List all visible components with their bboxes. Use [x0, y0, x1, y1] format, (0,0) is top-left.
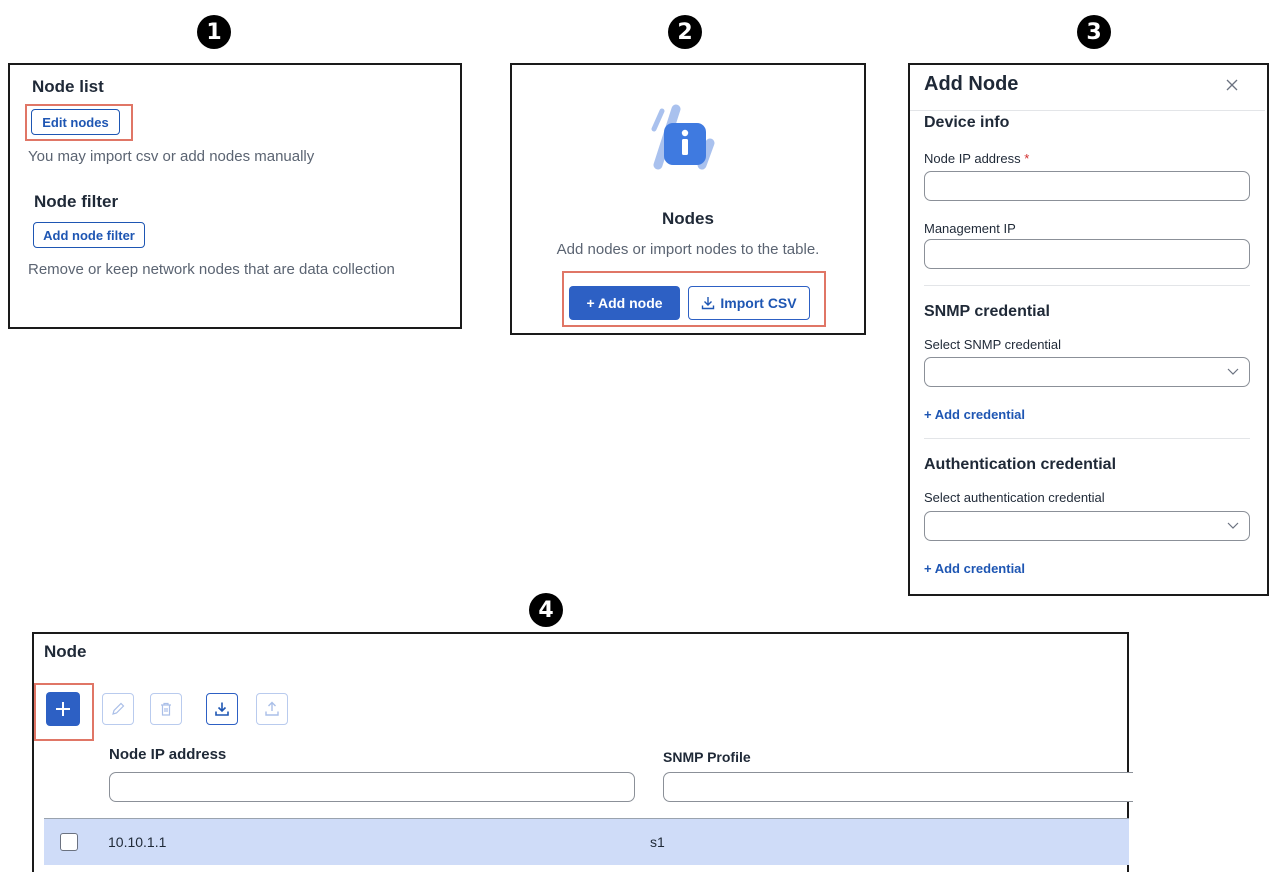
node-list-title: Node list: [32, 77, 104, 96]
edit-node-button[interactable]: [102, 693, 134, 725]
add-snmp-credential-link[interactable]: + Add credential: [924, 407, 1025, 422]
info-icon: [651, 104, 715, 170]
upload-button[interactable]: [256, 693, 288, 725]
node-table-title: Node: [44, 642, 87, 661]
node-ip-input[interactable]: [924, 171, 1250, 201]
divider: [924, 438, 1250, 439]
import-hint-text: You may import csv or add nodes manually: [28, 148, 315, 165]
download-icon: [215, 702, 229, 716]
step-2-badge: 2: [668, 15, 702, 49]
auth-select-label: Select authentication credential: [924, 490, 1105, 505]
column-header-node-ip[interactable]: Node IP address: [109, 746, 226, 763]
device-info-title: Device info: [924, 114, 1010, 131]
table-row[interactable]: 10.10.1.1 s1: [44, 818, 1129, 865]
step-1-badge: 1: [197, 15, 231, 49]
column-header-snmp-profile[interactable]: SNMP Profile: [663, 749, 751, 765]
filter-hint-text: Remove or keep network nodes that are da…: [28, 261, 395, 278]
node-settings-panel: Node list Edit nodes You may import csv …: [8, 63, 462, 329]
upload-icon: [265, 701, 279, 716]
add-node-filter-button[interactable]: Add node filter: [33, 222, 145, 248]
snmp-credential-select[interactable]: [924, 357, 1250, 387]
nodes-empty-state-panel: Nodes Add nodes or import nodes to the t…: [510, 63, 866, 335]
node-filter-title: Node filter: [34, 192, 119, 211]
divider: [924, 285, 1250, 286]
delete-node-button[interactable]: [150, 693, 182, 725]
add-node-button[interactable]: + Add node: [569, 286, 680, 320]
step-3-badge: 3: [1077, 15, 1111, 49]
step-4-badge: 4: [529, 593, 563, 627]
download-icon: [702, 297, 715, 310]
chevron-down-icon: [1227, 522, 1239, 529]
row-node-ip: 10.10.1.1: [108, 834, 167, 850]
close-icon[interactable]: [1226, 79, 1238, 91]
nodes-description: Add nodes or import nodes to the table.: [556, 241, 820, 258]
trash-icon: [161, 702, 171, 716]
divider: [910, 110, 1265, 111]
required-marker: *: [1024, 151, 1030, 166]
drawer-title: Add Node: [924, 73, 1019, 95]
chevron-down-icon: [1227, 368, 1239, 375]
row-checkbox[interactable]: [60, 833, 78, 851]
row-snmp-profile: s1: [650, 834, 665, 850]
pencil-icon: [112, 702, 125, 715]
auth-credential-select[interactable]: [924, 511, 1250, 541]
plus-icon: [56, 702, 70, 716]
nodes-title: Nodes: [662, 209, 714, 228]
download-button[interactable]: [206, 693, 238, 725]
node-ip-label: Node IP address *: [924, 151, 1030, 166]
management-ip-label: Management IP: [924, 221, 1016, 236]
snmp-profile-filter-input[interactable]: [663, 772, 1133, 802]
add-node-button[interactable]: [46, 692, 80, 726]
import-csv-button[interactable]: Import CSV: [688, 286, 810, 320]
auth-credential-title: Authentication credential: [924, 456, 1117, 473]
node-ip-filter-input[interactable]: [109, 772, 635, 802]
import-csv-label: Import CSV: [720, 295, 797, 311]
management-ip-input[interactable]: [924, 239, 1250, 269]
add-auth-credential-link[interactable]: + Add credential: [924, 561, 1025, 576]
snmp-credential-title: SNMP credential: [924, 303, 1050, 320]
add-node-drawer: Add Node Device info Node IP address * M…: [908, 63, 1269, 596]
edit-nodes-button[interactable]: Edit nodes: [31, 109, 120, 135]
snmp-select-label: Select SNMP credential: [924, 337, 1062, 352]
node-table-panel: Node Node IP address SNMP Profile 10.10.…: [32, 632, 1133, 872]
